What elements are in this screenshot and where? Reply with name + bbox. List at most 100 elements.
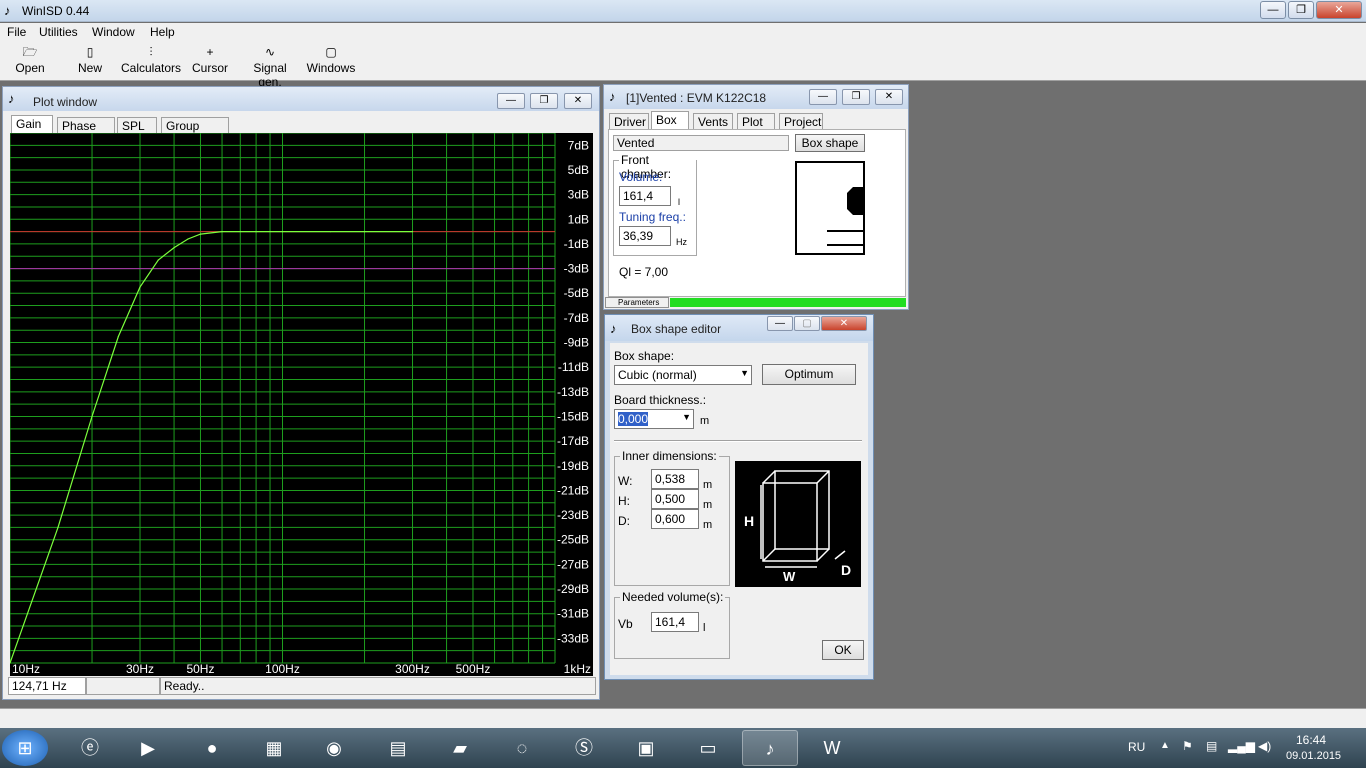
y-tick-label: -7dB [564, 311, 589, 325]
menu-bar: File Utilities Window Help [0, 23, 1366, 41]
vented-close-button[interactable]: ✕ [875, 89, 903, 105]
menu-help[interactable]: Help [150, 25, 175, 39]
x-tick-label: 10Hz [12, 662, 40, 676]
start-orb-icon[interactable]: ⊞ [2, 730, 48, 766]
box-type-field: Vented [613, 135, 789, 151]
box-shape-editor-body: Box shape: Cubic (normal) ▼ Optimum Boar… [610, 343, 868, 675]
winisd-icon[interactable]: ♪ [742, 730, 798, 766]
inner-dimensions-group: Inner dimensions: W: 0,538 m H: 0,500 m … [614, 449, 730, 586]
y-tick-label: -27dB [557, 557, 589, 571]
app-minimize-button[interactable]: — [1260, 1, 1286, 19]
explorer-icon[interactable]: ▤ [370, 730, 426, 766]
w-input[interactable]: 0,538 [651, 469, 699, 489]
vented-tabs: Driver Box Vents Plot Project [609, 111, 905, 131]
control-panel-icon[interactable]: ▣ [618, 730, 674, 766]
winisd-logo-icon: ♪ [4, 3, 11, 18]
box-preview [795, 161, 865, 255]
needed-volume-group: Needed volume(s): Vb 161,4 l [614, 590, 730, 659]
y-tick-label: -25dB [557, 533, 589, 547]
gain-curve-point [139, 286, 141, 288]
winisd-logo-icon: ♪ [8, 91, 15, 106]
plot-close-button[interactable]: ✕ [564, 93, 592, 109]
optimum-button[interactable]: Optimum [762, 364, 856, 385]
monitor-app-icon[interactable]: ▭ [680, 730, 736, 766]
winisd-logo-icon: ♪ [609, 89, 616, 104]
new-document-icon: ▯ [86, 45, 94, 59]
x-tick-label: 1kHz [564, 662, 591, 676]
calculators-button[interactable]: ⫶ Calculators [120, 43, 182, 75]
plot-maximize-button[interactable]: ❐ [530, 93, 558, 109]
app-orb-icon[interactable]: ● [184, 730, 240, 766]
signal-gen-button[interactable]: ∿ Signal gen. [240, 43, 300, 89]
bse-close-button[interactable]: ✕ [821, 316, 867, 331]
vented-maximize-button[interactable]: ❐ [842, 89, 870, 105]
plot-minimize-button[interactable]: — [497, 93, 525, 109]
windows-button[interactable]: ▢ Windows [306, 43, 356, 75]
d-unit: m [703, 519, 713, 531]
tray-volume-icon[interactable]: ◀) [1258, 739, 1271, 753]
gain-curve-point [411, 231, 414, 233]
y-tick-label: -3dB [564, 262, 589, 276]
folder-icon[interactable]: ▰ [432, 730, 488, 766]
skype-icon[interactable]: Ⓢ [556, 730, 612, 766]
new-button[interactable]: ▯ New [72, 43, 108, 75]
bse-minimize-button[interactable]: — [767, 316, 793, 331]
tuning-freq-unit: Hz [676, 237, 687, 247]
word-icon[interactable]: W [804, 730, 860, 766]
open-button[interactable]: 🗁 Open [10, 43, 50, 75]
box-tab-panel: Vented Box shape Front chamber: Volume: … [608, 129, 906, 297]
w-label: W: [618, 474, 633, 488]
gain-curve-point [363, 231, 366, 233]
plot-window-title: Plot window [33, 95, 98, 109]
tray-flag-icon[interactable]: ⚑ [1182, 739, 1193, 753]
language-indicator[interactable]: RU [1128, 740, 1145, 754]
file-manager-icon[interactable]: ▦ [246, 730, 302, 766]
windows-icon: ▢ [325, 45, 337, 59]
menu-utilities[interactable]: Utilities [39, 25, 78, 39]
tab-box[interactable]: Box [651, 111, 689, 131]
y-tick-label: -33dB [557, 631, 589, 645]
tray-arrow-icon[interactable]: ▲ [1160, 740, 1170, 751]
tab-gain[interactable]: Gain [11, 115, 53, 135]
bse-maximize-button[interactable]: ▢ [794, 316, 820, 331]
x-tick-label: 30Hz [126, 662, 154, 676]
y-tick-label: -9dB [564, 336, 589, 350]
ql-value: Ql = 7,00 [619, 265, 669, 279]
gain-curve-point [57, 526, 59, 528]
clock-time[interactable]: 16:44 [1296, 733, 1326, 747]
d-input[interactable]: 0,600 [651, 509, 699, 529]
box-shape-editor-window: ♪ Box shape editor — ▢ ✕ Box shape: Cubi… [604, 314, 874, 680]
box-shape-button[interactable]: Box shape [795, 134, 865, 152]
vented-minimize-button[interactable]: — [809, 89, 837, 105]
vb-unit: l [703, 622, 706, 634]
clock-date[interactable]: 09.01.2015 [1286, 750, 1341, 762]
tray-network-icon[interactable]: ▤ [1206, 739, 1217, 753]
winisd-logo-icon: ♪ [610, 321, 617, 336]
y-tick-label: 1dB [568, 212, 589, 226]
menu-window[interactable]: Window [92, 25, 135, 39]
vb-input[interactable]: 161,4 [651, 612, 699, 632]
chrome-icon[interactable]: ◉ [306, 730, 362, 766]
ie-icon[interactable]: ⓔ [62, 730, 118, 766]
gain-chart: 7dB 5dB 3dB 1dB -1dB -3dB -5dB -7dB -9dB -11dB -13… [9, 132, 591, 676]
spiral-app-icon[interactable]: ◌ [494, 730, 550, 766]
menu-file[interactable]: File [7, 25, 26, 39]
tray-signal-icon[interactable]: ▂▄▆ [1228, 739, 1255, 753]
app-close-button[interactable]: ✕ [1316, 1, 1362, 19]
tuning-freq-input[interactable]: 36,39 [619, 226, 671, 246]
gain-plot[interactable]: 7dB 5dB 3dB 1dB -1dB -3dB -5dB -7dB -9dB -11dB -13… [9, 132, 593, 676]
box-shape-select[interactable]: Cubic (normal) ▼ [614, 365, 752, 385]
media-player-icon[interactable]: ▶ [120, 730, 176, 766]
y-tick-label: -21dB [557, 483, 589, 497]
app-maximize-button[interactable]: ❐ [1288, 1, 1314, 19]
ok-button[interactable]: OK [822, 640, 864, 660]
y-tick-label: -23dB [557, 508, 589, 522]
volume-input[interactable]: 161,4 [619, 186, 671, 206]
y-tick-label: -29dB [557, 582, 589, 596]
h-input[interactable]: 0,500 [651, 489, 699, 509]
needed-volume-legend: Needed volume(s): [620, 590, 726, 604]
volume-unit: l [678, 197, 680, 207]
cursor-button[interactable]: + Cursor [192, 43, 228, 75]
board-thickness-select[interactable]: 0,000 ▼ [614, 409, 694, 429]
parameters-tab[interactable]: Parameters [605, 297, 669, 308]
